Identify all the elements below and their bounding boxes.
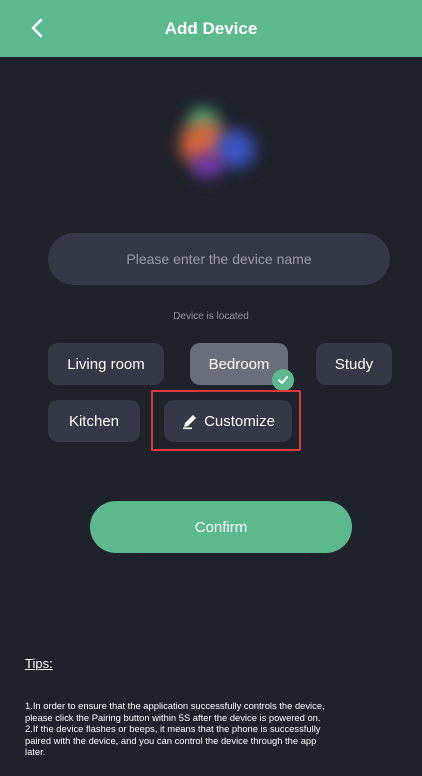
room-option-label: Bedroom <box>208 355 270 373</box>
device-image <box>160 90 270 190</box>
room-option-label: Living room <box>67 355 145 373</box>
tips-text: 1.In order to ensure that the applicatio… <box>25 700 422 758</box>
room-option-label: Study <box>334 355 374 373</box>
room-option-living-room[interactable]: Living room <box>48 343 164 385</box>
room-option-study[interactable]: Study <box>316 343 392 385</box>
check-icon <box>272 369 294 391</box>
tips-line: 1.In order to ensure that the applicatio… <box>25 700 325 711</box>
device-name-input[interactable] <box>48 233 390 285</box>
tips-line: 2.If the device flashes or beeps, it mea… <box>25 723 321 734</box>
confirm-button[interactable]: Confirm <box>90 501 352 553</box>
confirm-label: Confirm <box>194 518 248 536</box>
customize-highlight-box <box>151 390 301 451</box>
tips-line: later. <box>25 746 46 757</box>
room-option-bedroom[interactable]: Bedroom <box>190 343 294 391</box>
tips-title: Tips: <box>25 656 53 671</box>
tips-line: paired with the device, and you can cont… <box>25 734 317 746</box>
chevron-left-icon[interactable] <box>26 16 50 40</box>
room-option-kitchen[interactable]: Kitchen <box>48 400 140 442</box>
device-location-label: Device is located <box>173 311 249 322</box>
header-bar: Add Device <box>0 0 422 57</box>
page-title: Add Device <box>164 18 258 38</box>
room-option-label: Kitchen <box>68 412 120 430</box>
tips-line: please click the Pairing button within 5… <box>25 711 321 723</box>
